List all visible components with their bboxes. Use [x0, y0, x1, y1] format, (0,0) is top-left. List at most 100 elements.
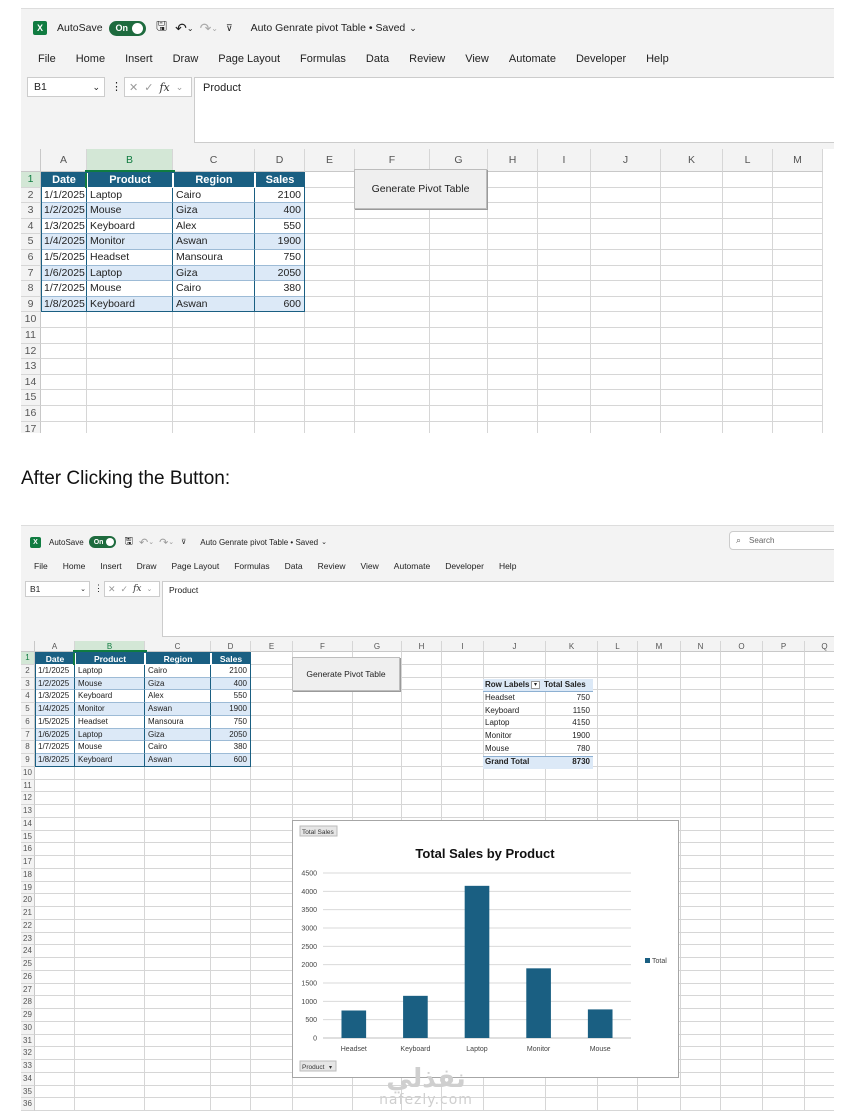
- grid-cell[interactable]: [763, 907, 805, 920]
- grid-cell[interactable]: [251, 792, 293, 805]
- row-header-7[interactable]: 7: [21, 728, 35, 742]
- table-cell[interactable]: Giza: [145, 728, 211, 742]
- grid-cell[interactable]: [805, 805, 834, 818]
- grid-cell[interactable]: [488, 421, 538, 433]
- grid-cell[interactable]: [681, 1034, 721, 1048]
- grid-cell[interactable]: [661, 203, 723, 219]
- grid-cell[interactable]: [773, 343, 823, 360]
- grid-cell[interactable]: [75, 881, 145, 895]
- grid-cell[interactable]: [35, 805, 75, 818]
- grid-cell[interactable]: [805, 818, 834, 831]
- column-header-C[interactable]: C: [145, 641, 211, 652]
- grid-cell[interactable]: [255, 312, 305, 328]
- grid-cell[interactable]: [488, 250, 538, 266]
- tab-developer[interactable]: Developer: [445, 561, 484, 571]
- grid-cell[interactable]: [538, 234, 591, 250]
- grid-cell[interactable]: [145, 1085, 211, 1099]
- grid-cell[interactable]: [35, 919, 75, 933]
- formula-input[interactable]: Product: [162, 581, 834, 637]
- row-header-1[interactable]: 1: [21, 172, 41, 188]
- grid-cell[interactable]: [488, 312, 538, 328]
- grid-cell[interactable]: [598, 741, 638, 754]
- grid-cell[interactable]: [145, 1047, 211, 1060]
- grid-cell[interactable]: [723, 312, 773, 328]
- grid-cell[interactable]: [538, 265, 591, 282]
- grid-cell[interactable]: [681, 919, 721, 933]
- enter-icon[interactable]: ✓: [144, 81, 153, 94]
- grid-cell[interactable]: [763, 970, 805, 984]
- grid-cell[interactable]: [251, 1085, 293, 1099]
- row-header-17[interactable]: 17: [21, 856, 35, 869]
- grid-cell[interactable]: [591, 187, 661, 204]
- grid-cell[interactable]: [763, 856, 805, 869]
- column-header-Q[interactable]: Q: [805, 641, 834, 652]
- grid-cell[interactable]: [661, 281, 723, 297]
- grid-cell[interactable]: [75, 1021, 145, 1035]
- grid-cell[interactable]: [681, 754, 721, 767]
- grid-cell[interactable]: [145, 830, 211, 844]
- grid-cell[interactable]: [353, 792, 402, 805]
- fx-icon[interactable]: fx: [159, 81, 169, 94]
- table-cell[interactable]: Mouse: [87, 281, 173, 297]
- grid-cell[interactable]: [305, 312, 355, 328]
- grid-cell[interactable]: [598, 664, 638, 678]
- grid-cell[interactable]: [402, 690, 442, 703]
- undo-dropdown-icon[interactable]: ⌄: [187, 24, 194, 33]
- row-header-4[interactable]: 4: [21, 690, 35, 703]
- grid-cell[interactable]: [591, 250, 661, 266]
- grid-cell[interactable]: [75, 894, 145, 907]
- row-header-26[interactable]: 26: [21, 970, 35, 984]
- grid-cell[interactable]: [87, 359, 173, 375]
- table-header-date[interactable]: Date: [35, 652, 75, 665]
- grid-cell[interactable]: [763, 1009, 805, 1022]
- grid-cell[interactable]: [145, 868, 211, 882]
- grid-cell[interactable]: [721, 1072, 763, 1086]
- grid-cell[interactable]: [355, 218, 430, 235]
- grid-cell[interactable]: [721, 1021, 763, 1035]
- grid-cell[interactable]: [681, 1047, 721, 1060]
- grid-cell[interactable]: [484, 805, 546, 818]
- grid-cell[interactable]: [661, 328, 723, 344]
- grid-cell[interactable]: [293, 741, 353, 754]
- grid-cell[interactable]: [805, 1047, 834, 1060]
- grid-cell[interactable]: [763, 958, 805, 971]
- grid-cell[interactable]: [484, 1085, 546, 1099]
- pivot-row-label[interactable]: Monitor: [485, 731, 512, 740]
- table-cell[interactable]: 1/3/2025: [35, 690, 75, 703]
- table-cell[interactable]: 1900: [211, 703, 251, 716]
- grid-cell[interactable]: [805, 1035, 834, 1048]
- grid-cell[interactable]: [805, 780, 834, 793]
- grid-cell[interactable]: [763, 652, 805, 665]
- select-all-corner[interactable]: [21, 641, 35, 652]
- grid-cell[interactable]: [763, 741, 805, 754]
- tab-home[interactable]: Home: [63, 561, 86, 571]
- grid-cell[interactable]: [721, 830, 763, 844]
- grid-cell[interactable]: [305, 187, 355, 204]
- grid-cell[interactable]: [638, 690, 681, 703]
- grid-cell[interactable]: [430, 250, 488, 266]
- column-header-K[interactable]: K: [546, 641, 598, 652]
- grid-cell[interactable]: [638, 664, 681, 678]
- tab-data[interactable]: Data: [366, 53, 389, 65]
- grid-cell[interactable]: [35, 1072, 75, 1086]
- grid-cell[interactable]: [251, 919, 293, 933]
- table-cell[interactable]: Mouse: [75, 677, 145, 691]
- grid-cell[interactable]: [251, 830, 293, 844]
- grid-cell[interactable]: [721, 1060, 763, 1073]
- grid-cell[interactable]: [591, 406, 661, 422]
- grid-cell[interactable]: [145, 1072, 211, 1086]
- grid-cell[interactable]: [763, 817, 805, 831]
- grid-cell[interactable]: [293, 1085, 353, 1099]
- grid-cell[interactable]: [763, 1060, 805, 1073]
- grid-cell[interactable]: [598, 805, 638, 818]
- table-cell[interactable]: 1/4/2025: [41, 234, 87, 250]
- grid-cell[interactable]: [430, 343, 488, 360]
- row-header-20[interactable]: 20: [21, 894, 35, 907]
- grid-cell[interactable]: [75, 945, 145, 958]
- table-cell[interactable]: Mouse: [87, 203, 173, 219]
- grid-cell[interactable]: [638, 677, 681, 691]
- name-box-chevron-icon[interactable]: ⌄: [92, 82, 100, 93]
- grid-cell[interactable]: [661, 312, 723, 328]
- grid-cell[interactable]: [35, 932, 75, 946]
- grid-cell[interactable]: [75, 1098, 145, 1111]
